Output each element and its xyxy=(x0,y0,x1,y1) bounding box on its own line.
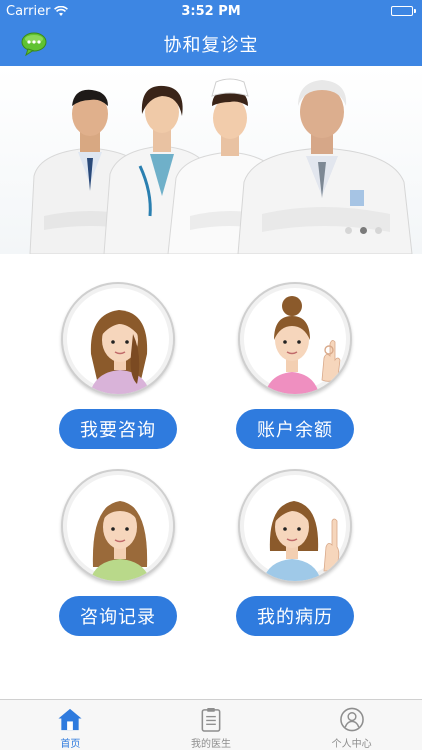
tab-profile-label: 个人中心 xyxy=(331,739,372,750)
tab-my-doctor-label: 我的医生 xyxy=(191,739,231,750)
chat-bubble-icon[interactable] xyxy=(20,31,48,57)
clipboard-icon xyxy=(201,707,221,732)
banner-carousel[interactable] xyxy=(0,66,422,254)
doctors-team-image xyxy=(29,78,413,254)
wifi-icon xyxy=(54,5,69,16)
tab-home[interactable]: 首页 xyxy=(0,700,141,750)
status-left: Carrier xyxy=(6,3,69,19)
tab-bar: 首页 我的医生 个人中心 xyxy=(0,699,422,750)
page-dot[interactable] xyxy=(345,227,352,234)
nav-bar: 协和复诊宝 xyxy=(0,22,422,66)
status-bar: Carrier 3:52 PM xyxy=(0,0,422,22)
battery-icon xyxy=(391,6,416,16)
carousel-page-indicator[interactable] xyxy=(345,227,382,234)
page-dot[interactable] xyxy=(375,227,382,234)
woman-long-hair-avatar[interactable] xyxy=(61,282,175,396)
tab-profile[interactable]: 个人中心 xyxy=(281,700,422,750)
home-icon xyxy=(58,708,82,731)
tab-my-doctor[interactable]: 我的医生 xyxy=(141,700,282,750)
user-circle-icon xyxy=(339,707,364,732)
page-title: 协和复诊宝 xyxy=(163,35,259,56)
medical-record-button[interactable]: 我的病历 xyxy=(236,596,354,636)
consult-button[interactable]: 我要咨询 xyxy=(59,409,177,449)
carrier-label: Carrier xyxy=(6,3,51,19)
woman-brown-hair-avatar[interactable] xyxy=(61,469,175,583)
page-dot-active[interactable] xyxy=(360,227,367,234)
tab-home-label: 首页 xyxy=(60,739,81,750)
woman-ok-gesture-avatar[interactable] xyxy=(238,282,352,396)
records-button[interactable]: 咨询记录 xyxy=(59,596,177,636)
balance-button[interactable]: 账户余额 xyxy=(236,409,354,449)
woman-pointing-avatar[interactable] xyxy=(238,469,352,583)
